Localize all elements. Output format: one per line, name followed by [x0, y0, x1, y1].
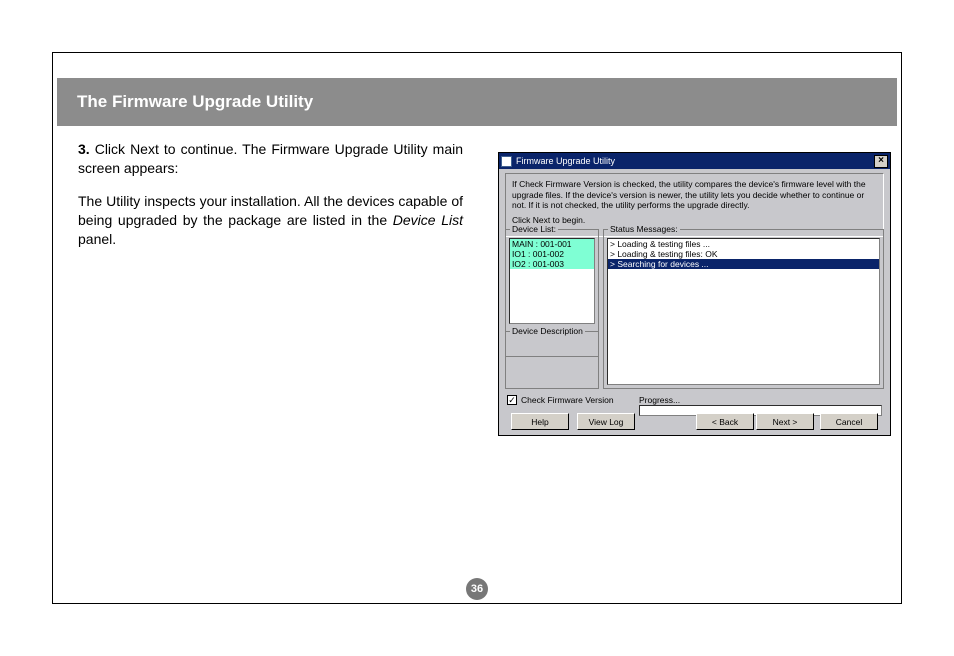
instruction-text: 3. Click Next to continue. The Firmware …	[78, 140, 463, 262]
back-button[interactable]: < Back	[696, 413, 754, 430]
intro-text-2: Click Next to begin.	[512, 215, 877, 226]
check-firmware-label: Check Firmware Version	[521, 395, 614, 405]
intro-text-1: If Check Firmware Version is checked, th…	[512, 179, 877, 211]
intro-panel: If Check Firmware Version is checked, th…	[505, 173, 884, 237]
checkbox-icon[interactable]: ✓	[507, 395, 517, 405]
status-messages-label: Status Messages:	[608, 224, 680, 234]
cancel-button[interactable]: Cancel	[820, 413, 878, 430]
list-item[interactable]: IO1 : 001-002	[510, 249, 594, 259]
status-line: > Loading & testing files: OK	[608, 249, 879, 259]
status-messages-box: > Loading & testing files ... > Loading …	[607, 238, 880, 385]
status-messages-group: Status Messages: > Loading & testing fil…	[603, 229, 884, 389]
step-number: 3.	[78, 141, 90, 157]
next-button[interactable]: Next >	[756, 413, 814, 430]
device-description-label: Device Description	[510, 326, 585, 336]
status-line-selected: > Searching for devices ...	[608, 259, 879, 269]
list-item[interactable]: MAIN : 001-001	[510, 239, 594, 249]
button-row: Help View Log < Back Next > Cancel	[499, 413, 890, 431]
view-log-button[interactable]: View Log	[577, 413, 635, 430]
titlebar: Firmware Upgrade Utility ×	[499, 153, 890, 169]
page-number: 36	[466, 578, 488, 600]
step-para2b: panel.	[78, 231, 116, 247]
window-title: Firmware Upgrade Utility	[516, 156, 874, 166]
step-para2-italic: Device List	[393, 212, 463, 228]
app-icon	[501, 156, 512, 167]
close-icon[interactable]: ×	[874, 155, 888, 168]
list-item[interactable]: IO2 : 001-003	[510, 259, 594, 269]
device-list-label: Device List:	[510, 224, 558, 234]
section-title: The Firmware Upgrade Utility	[77, 92, 313, 112]
section-header: The Firmware Upgrade Utility	[57, 78, 897, 126]
firmware-upgrade-window: Firmware Upgrade Utility × If Check Firm…	[498, 152, 891, 436]
status-line: > Loading & testing files ...	[608, 239, 879, 249]
window-body: If Check Firmware Version is checked, th…	[499, 169, 890, 435]
progress-label: Progress...	[639, 395, 680, 405]
device-list[interactable]: MAIN : 001-001 IO1 : 001-002 IO2 : 001-0…	[509, 238, 595, 324]
help-button[interactable]: Help	[511, 413, 569, 430]
device-description-group: Device Description	[505, 331, 599, 389]
check-firmware-row[interactable]: ✓ Check Firmware Version	[507, 395, 614, 405]
step-para1: Click Next to continue. The Firmware Upg…	[78, 141, 463, 176]
